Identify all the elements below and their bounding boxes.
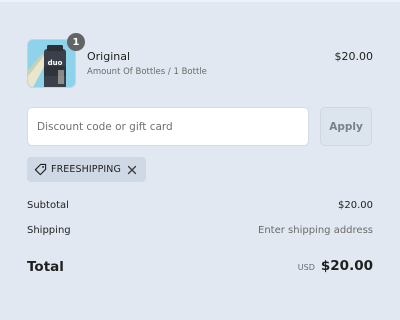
shipping-label: Shipping: [27, 225, 71, 236]
product-price: $20.00: [334, 50, 374, 63]
close-icon[interactable]: [126, 164, 138, 176]
tag-icon: [34, 163, 47, 176]
shipping-row: Shipping Enter shipping address: [27, 225, 373, 239]
apply-button[interactable]: Apply: [320, 107, 372, 146]
quantity-badge: 1: [67, 33, 85, 51]
shipping-value: Enter shipping address: [258, 225, 373, 236]
product-variant: Amount Of Bottles / 1 Bottle: [87, 67, 207, 77]
total-label: Total: [27, 259, 64, 275]
subtotal-value: $20.00: [338, 200, 373, 211]
subtotal-label: Subtotal: [27, 200, 69, 211]
line-item: duo 1 Original Amount Of Bottles / 1 Bot…: [27, 33, 374, 88]
top-divider: [0, 0, 400, 2]
total-amount-group: USD $20.00: [298, 258, 373, 274]
product-name: Original: [87, 50, 131, 63]
product-thumbnail-text: duo: [48, 59, 63, 67]
subtotal-row: Subtotal $20.00: [27, 200, 373, 214]
total-row: Total USD $20.00: [27, 258, 373, 278]
currency-code: USD: [297, 263, 315, 272]
applied-discount-chip: FREESHIPPING: [27, 157, 146, 182]
total-value: $20.00: [320, 258, 373, 274]
discount-code-input[interactable]: [27, 107, 309, 146]
product-thumbnail-wrapper: duo 1: [27, 33, 85, 88]
discount-code-label: FREESHIPPING: [51, 164, 121, 175]
